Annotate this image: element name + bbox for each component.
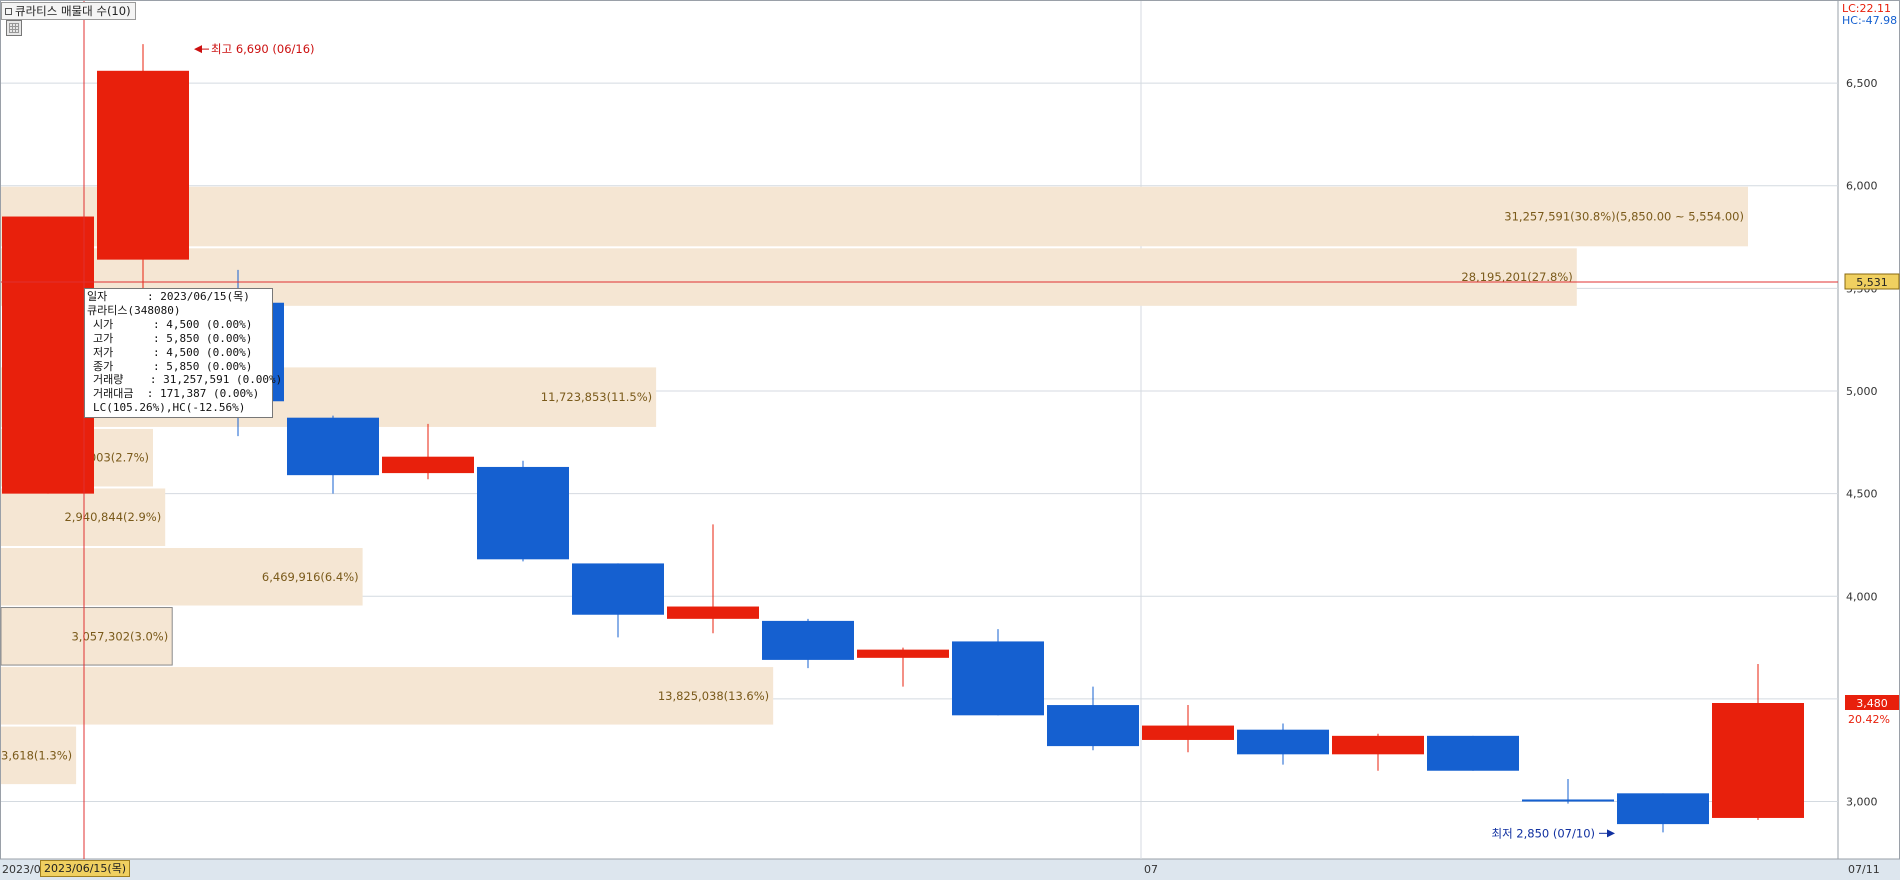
candle-down (1522, 799, 1614, 802)
current-price-label: 5,531 (1856, 276, 1888, 289)
volume-profile-label: 31,257,591(30.8%)(5,850.00 ~ 5,554.00) (1504, 210, 1744, 224)
hc-label: HC:-47.98 (1842, 14, 1897, 27)
x-axis-band (0, 859, 1900, 880)
candle-down (1427, 735, 1519, 771)
tooltip-line-date: 일자 : 2023/06/15(목) (87, 290, 250, 303)
x-label-left: 2023/0 (2, 863, 41, 876)
volume-profile-label: 6,469,916(6.4%) (262, 570, 359, 584)
candle-down (572, 563, 664, 615)
y-tick-label: 3,000 (1846, 796, 1878, 809)
candle-down (1047, 705, 1139, 747)
volume-profile-label: 13,825,038(13.6%) (658, 689, 769, 703)
volume-profile-label: 2,940,844(2.9%) (64, 510, 161, 524)
y-tick-label: 5,000 (1846, 385, 1878, 398)
candle-up (2, 216, 94, 494)
tooltip-line-open: 시가 : 4,500 (0.00%) (93, 317, 253, 331)
high-annotation: 최고 6,690 (06/16) (211, 42, 315, 56)
candle-down (952, 641, 1044, 716)
low-annotation: 최저 2,850 (07/10) (1491, 826, 1595, 840)
volume-profile-bar (1, 186, 1748, 247)
collapse-icon[interactable] (5, 8, 12, 15)
last-change-label: 20.42% (1848, 713, 1890, 726)
volume-profile-label: 1,353,618(1.3%) (0, 748, 72, 762)
x-label-right: 07/11 (1848, 863, 1880, 876)
candle-up (1142, 725, 1234, 740)
tooltip-line-close: 종가 : 5,850 (0.00%) (93, 359, 253, 373)
tooltip-line-amount: 거래대금 : 171,387 (0.00%) (93, 387, 260, 401)
indicator-label: 큐라티스 매물대 수(10) (15, 4, 131, 18)
y-tick-label: 4,500 (1846, 488, 1878, 501)
ohlc-tooltip: 일자 : 2023/06/15(목) 큐라티스(348080) 시가 : 4,5… (84, 288, 283, 418)
candle-up (667, 606, 759, 619)
candle-up (857, 649, 949, 658)
x-label-month: 07 (1144, 863, 1158, 876)
candle-down (287, 417, 379, 476)
last-price-label: 3,480 (1856, 697, 1888, 710)
tooltip-line-stock: 큐라티스(348080) (87, 303, 181, 317)
chart-canvas[interactable]: 3,0003,5004,0004,5005,0005,5006,0006,500… (0, 0, 1900, 880)
candle-down (1617, 793, 1709, 825)
candle-down (1237, 729, 1329, 755)
candle-up (97, 70, 189, 260)
candle-up (1712, 703, 1804, 818)
price-chart[interactable]: 3,0003,5004,0004,5005,0005,5006,0006,500… (0, 0, 1900, 880)
volume-profile-label: 11,723,853(11.5%) (541, 390, 652, 404)
chart-frame (0, 0, 1900, 880)
y-tick-label: 4,000 (1846, 590, 1878, 603)
tooltip-line-low: 저가 : 4,500 (0.00%) (93, 345, 253, 359)
candle-down (762, 620, 854, 660)
candle-down (477, 466, 569, 560)
candle-up (1332, 735, 1424, 755)
y-tick-label: 6,500 (1846, 77, 1878, 90)
cursor-date-tag: 2023/06/15(목) (40, 860, 131, 877)
table-grid-icon[interactable] (6, 20, 22, 36)
tooltip-line-volume: 거래량 : 31,257,591 (0.00%) (93, 373, 283, 387)
volume-profile-label: 3,057,302(3.0%) (71, 629, 168, 643)
tooltip-line-high: 고가 : 5,850 (0.00%) (93, 331, 253, 345)
indicator-title[interactable]: 큐라티스 매물대 수(10) (1, 2, 136, 20)
candle-up (382, 456, 474, 474)
tooltip-line-lchc: LC(105.26%),HC(-12.56%) (93, 401, 246, 415)
y-tick-label: 6,000 (1846, 180, 1878, 193)
